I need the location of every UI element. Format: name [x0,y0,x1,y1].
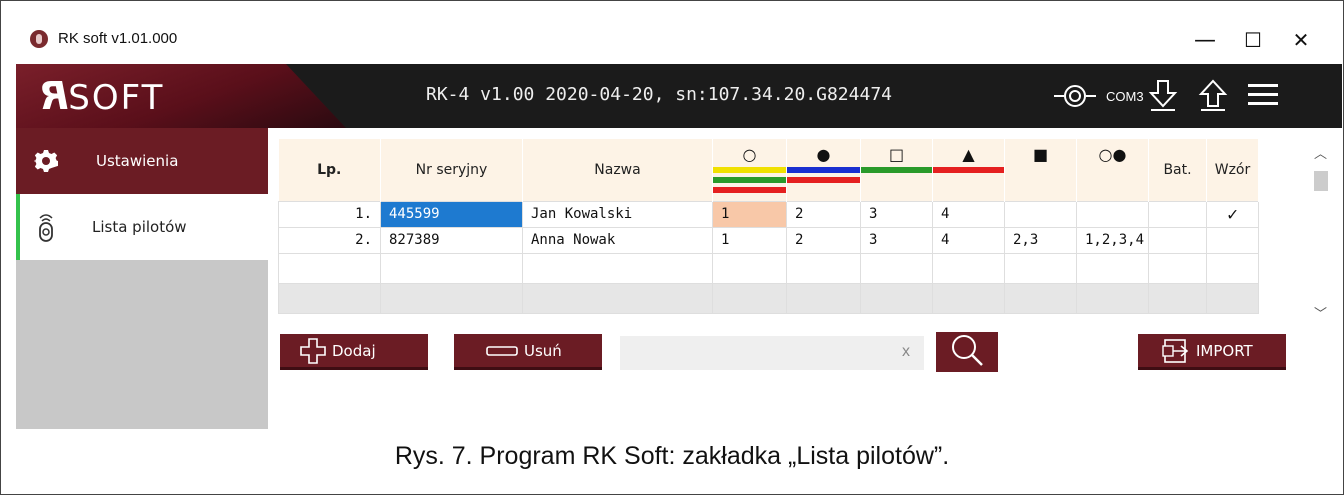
title-bar: RK soft v1.01.000 — ☐ ✕ [16,16,1342,64]
search-icon [949,332,985,372]
column-header-button-1[interactable]: ○ [712,139,787,201]
table-row-empty[interactable] [278,252,1259,284]
cell-buttons-2-3[interactable]: 2,3 [1004,226,1077,254]
port-connector-icon[interactable] [1052,80,1098,112]
cell-lp[interactable]: 2. [278,226,381,254]
square-outline-icon: □ [888,145,905,164]
sidebar-item-settings[interactable]: Ustawienia [16,128,268,194]
color-bar-green [861,167,932,173]
search-button[interactable] [936,332,998,372]
cell-pattern-check[interactable] [1206,226,1259,254]
color-bar-red [713,187,786,193]
cell-serial[interactable]: 827389 [380,226,523,254]
color-bar-yellow [713,167,786,173]
remove-button[interactable]: Usuń [454,334,602,370]
column-header-button-2[interactable]: ● [786,139,861,201]
table-row-empty[interactable] [278,282,1259,314]
color-bar-blue [787,167,860,173]
close-button[interactable]: ✕ [1278,24,1324,56]
sidebar-item-remotes-list[interactable]: Lista pilotów [16,194,268,260]
column-header-serial[interactable]: Nr seryjny [380,139,523,201]
cell-name[interactable]: Jan Kowalski [522,200,713,228]
scroll-up-icon[interactable]: ︿ [1314,143,1327,162]
remove-button-label: Usuń [524,341,562,360]
add-button[interactable]: Dodaj [280,334,428,370]
cell-button-2[interactable]: 2 [786,200,861,228]
sidebar-item-label: Lista pilotów [92,218,187,236]
table-row[interactable]: 1. 445599 Jan Kowalski 1 2 3 4 ✓ [278,200,1259,228]
download-icon[interactable] [1148,78,1178,112]
remotes-table: Lp. Nr seryjny Nazwa ○ ● □ ▲ ■ ○● Bat. W… [278,139,1259,314]
table-scrollbar[interactable]: ︿ ﹀ [1306,139,1336,325]
maximize-button[interactable]: ☐ [1230,24,1276,56]
figure-caption: Rys. 7. Program RK Soft: zakładka „Lista… [394,442,950,470]
column-header-pattern[interactable]: Wzór [1206,139,1259,201]
column-header-name[interactable]: Nazwa [522,139,713,201]
com-port-label: COM3 [1106,89,1144,104]
circle-filled-icon: ● [816,145,831,164]
cell-serial[interactable]: 445599 [380,200,523,228]
import-button-label: IMPORT [1196,341,1253,360]
gear-icon [34,149,58,173]
column-header-battery[interactable]: Bat. [1148,139,1207,201]
cell-battery[interactable] [1148,226,1207,254]
cell-button-3[interactable]: 3 [860,200,933,228]
clear-search-icon[interactable]: x [902,343,910,361]
app-header: RSOFT RK-4 v1.00 2020-04-20, sn:107.34.2… [16,64,1342,128]
main-content: Lp. Nr seryjny Nazwa ○ ● □ ▲ ■ ○● Bat. W… [268,128,1342,429]
app-window: RK soft v1.01.000 — ☐ ✕ RSOFT RK-4 v1.00… [16,16,1342,429]
column-header-all-buttons[interactable]: ○● [1076,139,1149,201]
cell-button-1[interactable]: 1 [712,200,787,228]
cell-button-3[interactable]: 3 [860,226,933,254]
remote-icon [34,214,58,242]
color-bar-green [713,177,786,183]
minimize-button[interactable]: — [1182,24,1228,56]
table-row[interactable]: 2. 827389 Anna Nowak 1 2 3 4 2,3 1,2,3,4 [278,226,1259,254]
cell-name[interactable]: Anna Nowak [522,226,713,254]
import-icon [1162,338,1190,364]
square-filled-icon: ■ [1032,145,1049,164]
sidebar: Ustawienia Lista pilotów [16,128,268,429]
search-input[interactable] [620,336,924,370]
menu-icon[interactable] [1248,82,1278,108]
upload-icon[interactable] [1198,78,1228,112]
table-header-row: Lp. Nr seryjny Nazwa ○ ● □ ▲ ■ ○● Bat. W… [278,139,1259,201]
cell-all-buttons[interactable]: 1,2,3,4 [1076,226,1149,254]
cell-buttons-2-3[interactable] [1004,200,1077,228]
import-button[interactable]: IMPORT [1138,334,1286,370]
cell-button-4[interactable]: 4 [932,226,1005,254]
triangle-icon: ▲ [962,145,975,164]
column-header-button-4[interactable]: ▲ [932,139,1005,201]
circle-outline-icon: ○ [742,145,757,164]
scroll-down-icon[interactable]: ﹀ [1314,303,1327,322]
cell-button-2[interactable]: 2 [786,226,861,254]
cell-lp[interactable]: 1. [278,200,381,228]
app-icon [30,30,48,48]
window-title: RK soft v1.01.000 [58,30,178,47]
circle-pair-icon: ○● [1098,145,1127,164]
column-header-lp[interactable]: Lp. [278,139,381,201]
color-bar-red [787,177,860,183]
cell-pattern-check[interactable]: ✓ [1206,200,1259,228]
cell-button-4[interactable]: 4 [932,200,1005,228]
add-button-label: Dodaj [332,341,376,360]
device-info: RK-4 v1.00 2020-04-20, sn:107.34.20.G824… [426,84,892,105]
rksoft-logo: RSOFT [38,74,165,118]
cell-all-buttons[interactable] [1076,200,1149,228]
column-header-buttons-2-3[interactable]: ■ [1004,139,1077,201]
scroll-thumb[interactable] [1314,171,1328,191]
cell-battery[interactable] [1148,200,1207,228]
plus-icon [300,337,326,364]
color-bar-red [933,167,1004,173]
column-header-button-3[interactable]: □ [860,139,933,201]
cell-button-1[interactable]: 1 [712,226,787,254]
sidebar-item-label: Ustawienia [96,152,179,170]
minus-icon [486,344,518,358]
